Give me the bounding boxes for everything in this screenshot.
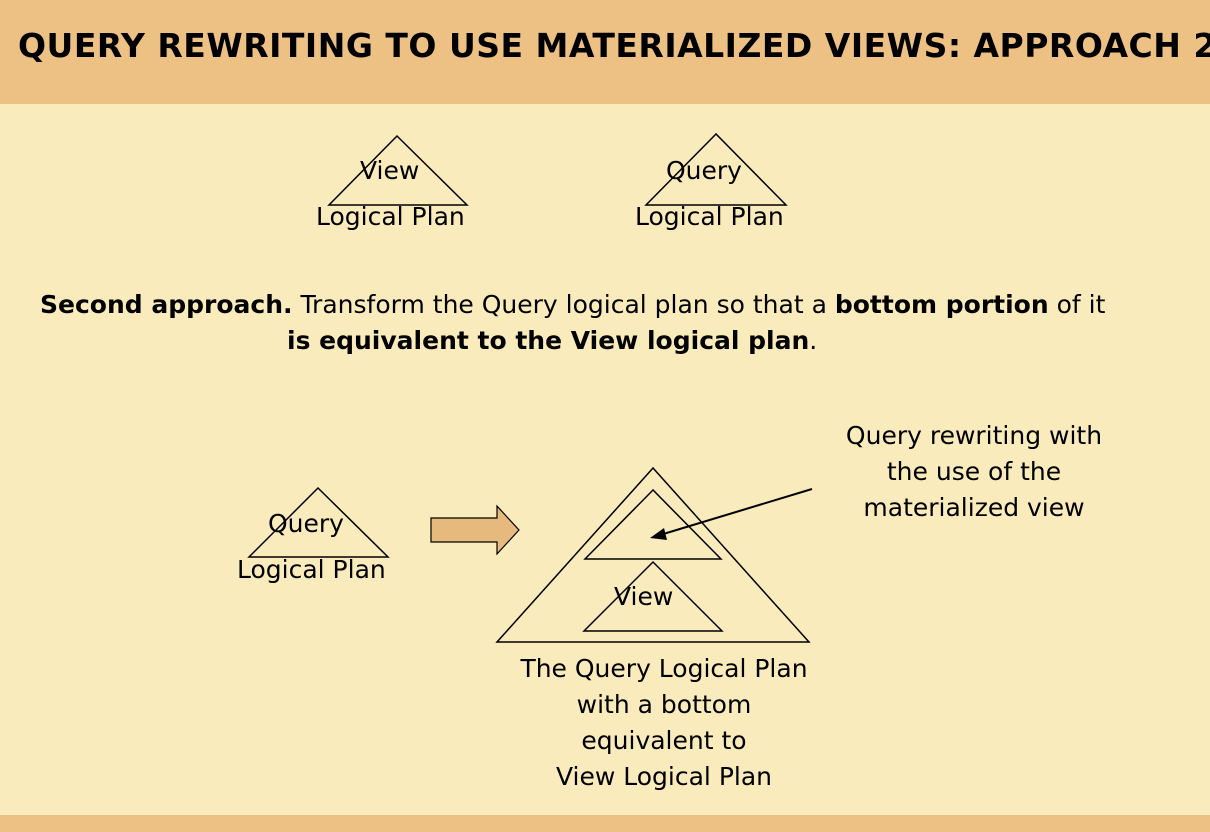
query-plan-label: Logical Plan [635, 202, 784, 231]
caption-line: The Query Logical Plan [520, 654, 808, 683]
view-label: View [360, 156, 420, 185]
callout-arrow-line [659, 488, 813, 536]
approach-text-3: . [809, 326, 818, 355]
approach-text-2: of it [1048, 290, 1106, 319]
approach-text-1: Transform the Query logical plan so that… [292, 290, 835, 319]
rewritten-plan-triangle [495, 466, 811, 643]
query-label: Query [666, 156, 742, 185]
approach-line-2: is equivalent to the View logical plan. [287, 328, 817, 353]
view-plan-label: Logical Plan [316, 202, 465, 231]
bottom-query-plan-label: Logical Plan [237, 555, 386, 584]
callout-line: the use of the [886, 457, 1062, 486]
caption-line: View Logical Plan [555, 762, 772, 791]
caption-line: equivalent to [581, 726, 747, 755]
callout-text: Query rewriting with the use of the mate… [814, 418, 1134, 526]
diagram-caption: The Query Logical Plan with a bottom equ… [494, 651, 834, 795]
callout-arrow-head [650, 528, 667, 540]
approach-lead: Second approach. [40, 290, 293, 319]
callout-line: materialized view [863, 493, 1085, 522]
footer-band [0, 815, 1210, 832]
callout-line: Query rewriting with [845, 421, 1103, 450]
approach-bold-1: bottom portion [834, 290, 1049, 319]
inner-view-label: View [614, 582, 674, 611]
approach-bold-2: is equivalent to the View logical plan [287, 326, 810, 355]
caption-line: with a bottom [576, 690, 752, 719]
upper-plan-triangle [583, 488, 723, 560]
transform-arrow [430, 504, 520, 556]
approach-line-1: Second approach. Transform the Query log… [40, 292, 1105, 317]
bottom-query-label: Query [268, 509, 344, 538]
